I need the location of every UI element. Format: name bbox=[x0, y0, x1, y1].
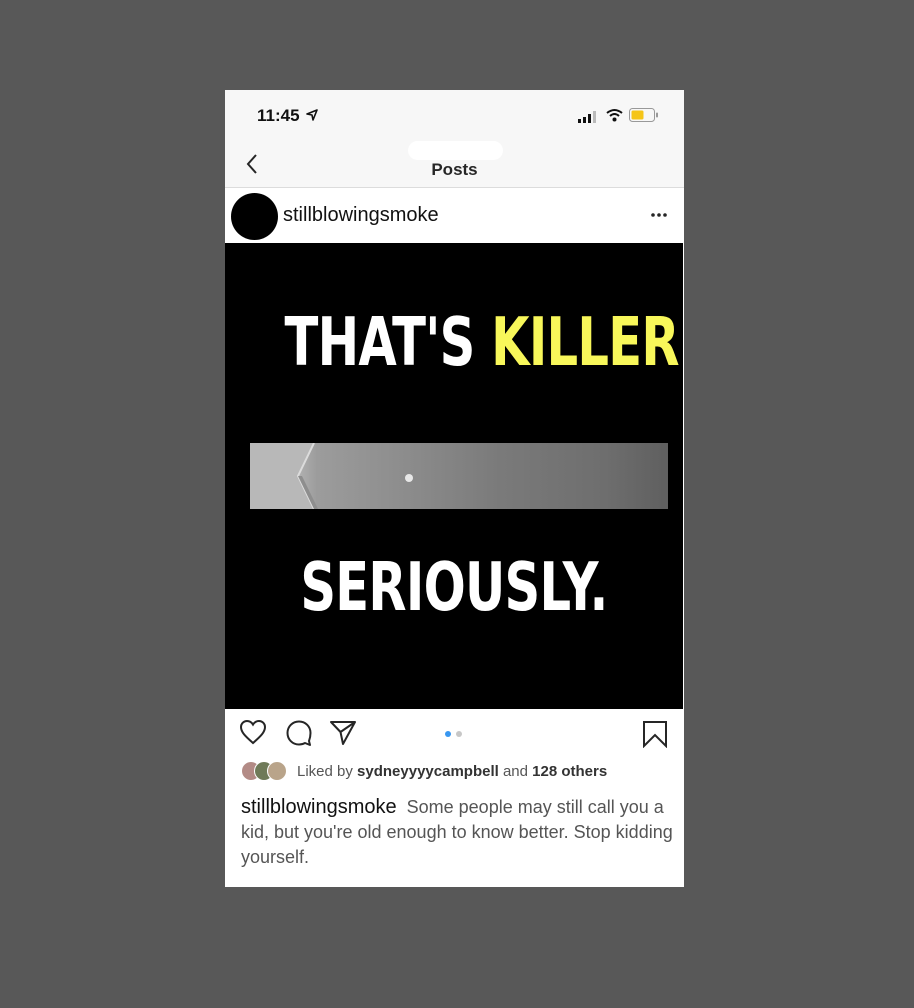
avatar[interactable] bbox=[231, 193, 278, 240]
status-bar: 11:45 bbox=[225, 90, 684, 140]
location-arrow-icon bbox=[306, 109, 318, 121]
caption-username[interactable]: stillblowingsmoke bbox=[241, 796, 397, 818]
likes-user[interactable]: sydneyyyycampbell bbox=[357, 763, 499, 780]
headline-part1: THAT'S bbox=[284, 303, 492, 381]
likes-middle: and bbox=[498, 763, 533, 780]
share-icon[interactable] bbox=[329, 719, 357, 747]
device-indicator-dot bbox=[405, 474, 413, 482]
liker-avatar bbox=[267, 761, 287, 781]
likes-text: Liked by sydneyyyycampbell and 128 other… bbox=[297, 763, 607, 780]
blurred-handle bbox=[408, 141, 503, 160]
device-cap-shape bbox=[250, 443, 318, 509]
likes-prefix: Liked by bbox=[297, 763, 358, 780]
post-header: stillblowingsmoke bbox=[225, 188, 684, 243]
vape-device-image bbox=[250, 443, 668, 509]
battery-icon bbox=[629, 108, 658, 122]
wifi-icon bbox=[606, 109, 623, 122]
carousel-dot-active bbox=[445, 731, 451, 737]
post-actions bbox=[225, 709, 684, 759]
more-dots-icon[interactable] bbox=[649, 208, 669, 222]
nav-bar: Posts bbox=[225, 140, 684, 188]
comment-icon[interactable] bbox=[285, 719, 313, 747]
headline-highlight: KILLER bbox=[491, 303, 680, 381]
likes-others[interactable]: 128 others bbox=[532, 763, 607, 780]
headline-bottom: SERIOUSLY. bbox=[300, 548, 608, 626]
bookmark-icon[interactable] bbox=[642, 720, 668, 748]
likes-row[interactable]: Liked by sydneyyyycampbell and 128 other… bbox=[241, 760, 681, 782]
page-title: Posts bbox=[431, 160, 478, 179]
carousel-dot bbox=[456, 731, 462, 737]
status-time: 11:45 bbox=[257, 106, 300, 125]
headline-end: . bbox=[680, 303, 684, 381]
post-image[interactable]: THAT'S KILLER. SERIOUSLY. bbox=[225, 243, 684, 709]
post-username[interactable]: stillblowingsmoke bbox=[283, 204, 439, 227]
headline-top: THAT'S KILLER. bbox=[284, 303, 684, 381]
heart-icon[interactable] bbox=[239, 719, 267, 745]
phone-screen: 11:45 Posts stillblowingsmoke THAT'S KIL… bbox=[225, 90, 684, 887]
post-caption: stillblowingsmoke Some people may still … bbox=[241, 795, 673, 870]
signal-icon bbox=[578, 111, 596, 123]
